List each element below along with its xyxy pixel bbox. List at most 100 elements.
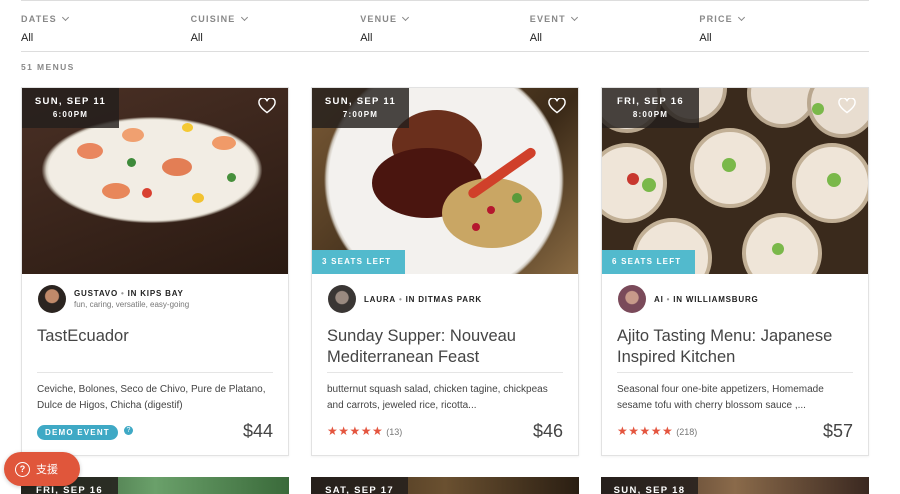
top-divider	[21, 0, 869, 1]
shrimp-shape	[77, 143, 103, 159]
host-name: AI	[654, 294, 664, 304]
host-info[interactable]: AI • IN WILLIAMSBURG	[602, 274, 868, 324]
menu-photo[interactable]: SUN, SEP 11 7:00PM 3 SEATS LEFT	[312, 88, 578, 274]
mango-shape	[192, 193, 204, 203]
filter-dates[interactable]: DATES All	[21, 12, 191, 51]
menu-price: $44	[242, 420, 273, 441]
heart-icon[interactable]	[838, 98, 856, 114]
filter-venue[interactable]: VENUE All	[360, 12, 530, 51]
card-footer: DEMO EVENT? $44	[37, 419, 273, 443]
filter-cuisine[interactable]: CUISINE All	[191, 12, 361, 51]
filter-event[interactable]: EVENT All	[530, 12, 700, 51]
filter-venue-value: All	[360, 32, 373, 44]
separator-dot: •	[399, 294, 403, 304]
menu-card[interactable]: SUN, SEP 11 6:00PM GUSTAVO • IN KIPS BAY f…	[21, 87, 289, 456]
herb-shape	[512, 193, 522, 203]
menu-description: butternut squash salad, chicken tagine, …	[327, 384, 548, 411]
shrimp-shape	[102, 183, 130, 199]
chevron-down-icon	[61, 13, 69, 22]
bowl-shape	[742, 213, 822, 274]
avatar[interactable]	[618, 285, 646, 313]
menu-card[interactable]: FRI, SEP 16 8:00PM 6 SEATS LEFT AI • IN WI…	[601, 87, 869, 456]
edamame-shape	[722, 158, 736, 172]
menu-description: Seasonal four one-bite appetizers, Homem…	[617, 384, 824, 411]
filter-dates-value: All	[21, 32, 34, 44]
next-card-preview[interactable]: SAT, SEP 17	[311, 477, 579, 494]
card-footer: ★★★★★ (218) $57	[617, 419, 853, 443]
host-name: LAURA	[364, 294, 396, 304]
card-footer: ★★★★★ (13) $46	[327, 419, 563, 443]
host-location: IN WILLIAMSBURG	[673, 294, 759, 304]
filter-price-label: PRICE	[699, 14, 733, 24]
help-circle-icon: ?	[15, 461, 30, 477]
avatar[interactable]	[328, 285, 356, 313]
host-location: IN DITMAS PARK	[405, 294, 482, 304]
tomato-shape	[142, 188, 152, 198]
next-card-preview[interactable]: SUN, SEP 18	[601, 477, 869, 494]
host-location: IN KIPS BAY	[127, 289, 184, 298]
edamame-shape	[812, 103, 824, 115]
edamame-shape	[642, 178, 656, 192]
menu-title[interactable]: Sunday Supper: Nouveau Mediterranean Fea…	[327, 324, 563, 373]
seats-left-badge: 3 SEATS LEFT	[312, 250, 406, 274]
host-tags: fun, caring, versatile, easy-going	[74, 300, 190, 309]
berry-shape	[627, 173, 639, 185]
heart-icon[interactable]	[258, 98, 276, 114]
shrimp-shape	[122, 128, 144, 142]
rating-stars: ★★★★★	[617, 424, 674, 438]
chevron-down-icon	[240, 13, 248, 22]
rating-stars: ★★★★★	[327, 424, 384, 438]
rating-count[interactable]: (13)	[386, 427, 402, 437]
event-day: FRI, SEP 16	[617, 96, 684, 107]
filter-event-value: All	[529, 32, 543, 44]
filter-bar: DATES All CUISINE All VENUE All EVENT Al…	[21, 12, 869, 52]
separator-dot: •	[666, 294, 671, 304]
host-info[interactable]: GUSTAVO • IN KIPS BAY fun, caring, versati…	[22, 274, 288, 324]
menu-price: $57	[822, 420, 853, 441]
event-date: FRI, SEP 16 8:00PM	[602, 88, 699, 128]
filter-event-label: EVENT	[529, 14, 566, 24]
menu-title[interactable]: TastEcuador	[37, 324, 273, 373]
mango-shape	[182, 123, 193, 132]
avatar[interactable]	[38, 285, 66, 313]
support-label: 支援	[36, 464, 58, 476]
event-day: SUN, SEP 11	[34, 96, 107, 107]
cilantro-shape	[127, 158, 136, 167]
event-time: 6:00PM	[52, 110, 89, 119]
edamame-shape	[772, 243, 784, 255]
host-name: GUSTAVO	[74, 289, 118, 298]
filter-price[interactable]: PRICE All	[699, 12, 869, 51]
chevron-down-icon	[570, 13, 578, 22]
edamame-shape	[827, 173, 841, 187]
event-day: SAT, SEP 17	[311, 477, 408, 494]
filter-price-value: All	[699, 32, 712, 44]
menu-card[interactable]: SUN, SEP 11 7:00PM 3 SEATS LEFT LAURA • IN…	[311, 87, 579, 456]
menu-title[interactable]: Ajito Tasting Menu: Japanese Inspired Ki…	[617, 324, 853, 373]
demo-event-badge[interactable]: DEMO EVENT	[37, 425, 118, 440]
filter-cuisine-label: CUISINE	[190, 14, 236, 24]
filter-cuisine-value: All	[190, 32, 203, 44]
seats-left-badge: 6 SEATS LEFT	[602, 250, 696, 274]
filter-venue-label: VENUE	[360, 14, 398, 24]
menu-photo[interactable]: SUN, SEP 11 6:00PM	[22, 88, 288, 274]
support-button[interactable]: ? 支援	[4, 452, 80, 486]
heart-icon[interactable]	[548, 98, 566, 114]
event-date: SUN, SEP 11 7:00PM	[312, 88, 409, 128]
rating-count[interactable]: (218)	[676, 427, 697, 437]
help-icon[interactable]: ?	[123, 426, 133, 436]
event-day: SUN, SEP 18	[601, 477, 698, 494]
shrimp-shape	[162, 158, 192, 176]
shrimp-shape	[212, 136, 236, 150]
host-info[interactable]: LAURA • IN DITMAS PARK	[312, 274, 578, 324]
event-day: SUN, SEP 11	[324, 96, 397, 107]
menu-price: $46	[532, 420, 563, 441]
event-time: 8:00PM	[632, 110, 669, 119]
menu-description: Ceviche, Bolones, Seco de Chivo, Pure de…	[37, 384, 266, 411]
event-date: SUN, SEP 11 6:00PM	[22, 88, 119, 128]
chevron-down-icon	[737, 13, 745, 22]
menu-photo[interactable]: FRI, SEP 16 8:00PM 6 SEATS LEFT	[602, 88, 868, 274]
menu-count: 51 MENUS	[21, 62, 75, 72]
pomegranate-shape	[487, 206, 495, 214]
event-time: 7:00PM	[342, 110, 379, 119]
cilantro-shape	[227, 173, 236, 182]
